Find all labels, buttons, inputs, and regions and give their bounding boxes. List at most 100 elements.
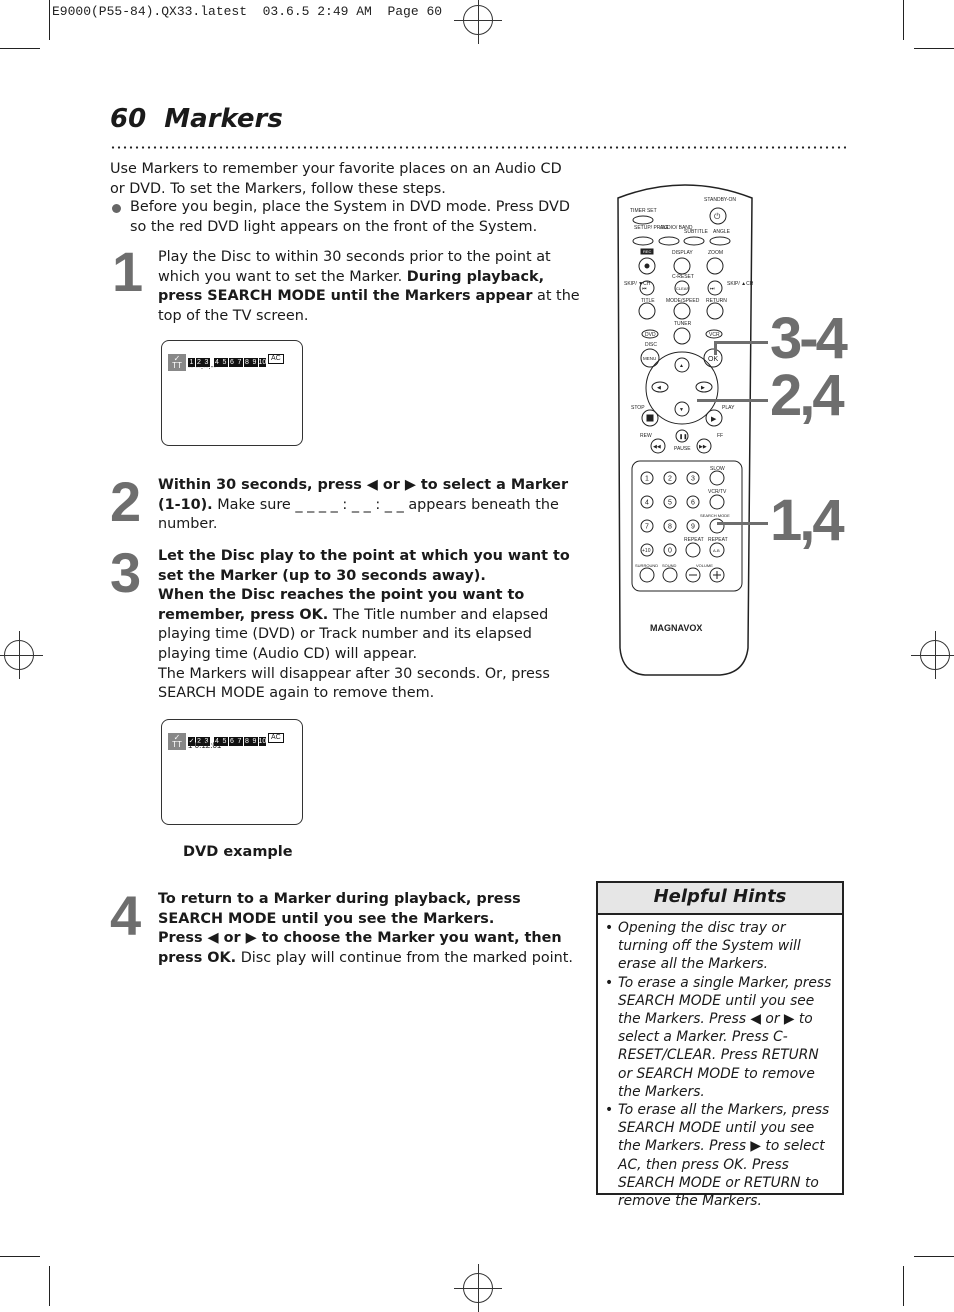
- label-c-reset: C-RESET: [672, 274, 694, 280]
- step-number: 1: [112, 240, 144, 303]
- crop-mark: [914, 1256, 954, 1257]
- label-clear: CLEAR: [676, 286, 689, 291]
- hints-title: Helpful Hints: [598, 883, 842, 915]
- digit-label: 6: [691, 500, 695, 507]
- stop-icon: [646, 414, 654, 422]
- label-ab: A-B: [713, 548, 720, 553]
- title-icon: TT: [168, 361, 186, 371]
- pause-icon: ❚❚: [679, 434, 687, 440]
- sound-button[interactable]: [662, 567, 678, 583]
- label-subtitle: SUBTITLE: [684, 229, 709, 235]
- audio-button[interactable]: [658, 236, 680, 246]
- label-skip-down: SKIP/ ▼CH: [624, 281, 651, 287]
- intro-bullet: Before you begin, place the System in DV…: [110, 198, 580, 237]
- marker-slot: 8: [243, 737, 251, 746]
- marker-slot: 6: [228, 737, 236, 746]
- digit-label: 3: [691, 476, 695, 483]
- ff-icon: ▶▶: [699, 444, 707, 450]
- label-display: DISPLAY: [672, 250, 693, 256]
- digit-label: 7: [645, 524, 649, 531]
- registration-mark: [0, 631, 43, 679]
- label-plus10: +10: [642, 548, 651, 554]
- repeat-button[interactable]: [685, 542, 701, 558]
- tuner-button[interactable]: [673, 327, 691, 345]
- digit-label: 1: [645, 476, 649, 483]
- return-button[interactable]: [706, 302, 724, 320]
- title-button[interactable]: [638, 302, 656, 320]
- slow-button[interactable]: [709, 470, 725, 486]
- display-button[interactable]: [673, 257, 691, 275]
- section-title: Markers: [164, 104, 283, 134]
- brand-logo: MAGNAVOX: [650, 623, 702, 633]
- crop-mark: [903, 1266, 904, 1306]
- step-number: 2: [110, 470, 142, 533]
- step-number: 4: [110, 884, 142, 947]
- surround-button[interactable]: [639, 567, 655, 583]
- screen-caption: DVD example: [183, 844, 293, 860]
- tv-screen-illustration: ✓ 1 2 3 4 5 6 7 8 9 10 AC TT -- --:--:--: [161, 340, 303, 446]
- label-vcr-tv: VCR/TV: [708, 489, 727, 495]
- callout-line: [697, 399, 768, 402]
- rec-icon: [644, 263, 650, 269]
- down-arrow-icon: ▼: [679, 407, 684, 413]
- marker-slot: 7: [236, 737, 243, 746]
- vcr-tv-button[interactable]: [709, 494, 725, 510]
- crop-mark: [903, 0, 904, 40]
- title-icon: TT: [168, 740, 186, 750]
- zoom-button[interactable]: [706, 257, 724, 275]
- hints-list: Opening the disc tray or turning off the…: [598, 915, 842, 1210]
- label-ok: OK: [708, 356, 718, 363]
- callout-step-3-4: 3-4: [770, 306, 848, 371]
- mode-speed-button[interactable]: [673, 302, 691, 320]
- label-ff: FF: [717, 433, 723, 439]
- step-bold-text: Let the Disc play to the point at which …: [158, 548, 570, 584]
- hint-item: Opening the disc tray or turning off the…: [605, 919, 836, 974]
- step-number: 3: [110, 541, 142, 604]
- subtitle-button[interactable]: [683, 236, 705, 246]
- label-disc: DISC: [645, 342, 657, 348]
- label-menu: MENU: [643, 356, 656, 361]
- angle-button[interactable]: [709, 236, 731, 246]
- callout-step-2-4: 2,4: [770, 363, 845, 428]
- label-vcr: VCR: [709, 332, 720, 338]
- remote-control-illustration: STANDBY-ON ⏻ TIMER SET SETUP/ PROG. AUDI…: [617, 184, 754, 676]
- tv-screen-illustration: ✓ ✓ 2 3 4 5 6 7 8 9 10 AC TT 1 0:12:01: [161, 719, 303, 825]
- label-pause: PAUSE: [674, 446, 691, 452]
- step-text: Make sure _ _ _ _ : _ _ : _ _ appears be…: [158, 496, 559, 533]
- label-surround: SURROUND: [635, 563, 658, 568]
- power-icon: ⏻: [714, 212, 721, 221]
- marker-slot: 10: [258, 737, 267, 746]
- setup-button[interactable]: [632, 236, 654, 246]
- crop-mark: [49, 1266, 50, 1306]
- marker-readout: -- --:--:--: [188, 361, 216, 371]
- step-1: Play the Disc to within 30 seconds prior…: [158, 248, 586, 326]
- rew-icon: ◀◀: [653, 444, 661, 450]
- timer-set-button[interactable]: [632, 215, 654, 225]
- callout-line: [717, 522, 768, 525]
- marker-slot: 8: [243, 358, 251, 367]
- label-zoom: ZOOM: [708, 250, 723, 256]
- digit-label: 8: [668, 524, 672, 531]
- step-bold-text: To return to a Marker during playback, p…: [158, 891, 521, 927]
- step-4: To return to a Marker during playback, p…: [158, 890, 586, 968]
- step-text: The Markers will disappear after 30 seco…: [158, 665, 550, 702]
- marker-readout: 1 0:12:01: [188, 740, 222, 750]
- step-text: Disc play will continue from the marked …: [236, 949, 573, 966]
- digit-label: 0: [668, 548, 672, 555]
- registration-mark: [454, 0, 502, 44]
- print-slug: E9000(P55-84).QX33.latest 03.6.5 2:49 AM…: [52, 4, 443, 19]
- marker-slot: 5: [221, 737, 228, 746]
- marker-slot: 10: [258, 358, 267, 367]
- hint-item: To erase all the Markers, press SEARCH M…: [605, 1101, 836, 1210]
- clear-all-marker: AC: [268, 732, 284, 743]
- play-icon: ▶: [711, 416, 717, 423]
- label-tuner: TUNER: [674, 321, 692, 327]
- intro-text: Use Markers to remember your favorite pl…: [110, 161, 562, 197]
- crop-mark: [0, 48, 40, 49]
- label-sound: SOUND: [662, 563, 677, 568]
- callout-line: [714, 341, 717, 355]
- label-repeat-ab: REPEAT: [708, 537, 728, 543]
- crop-mark: [49, 0, 50, 40]
- label-repeat: REPEAT: [684, 537, 704, 543]
- digit-label: 5: [668, 500, 672, 507]
